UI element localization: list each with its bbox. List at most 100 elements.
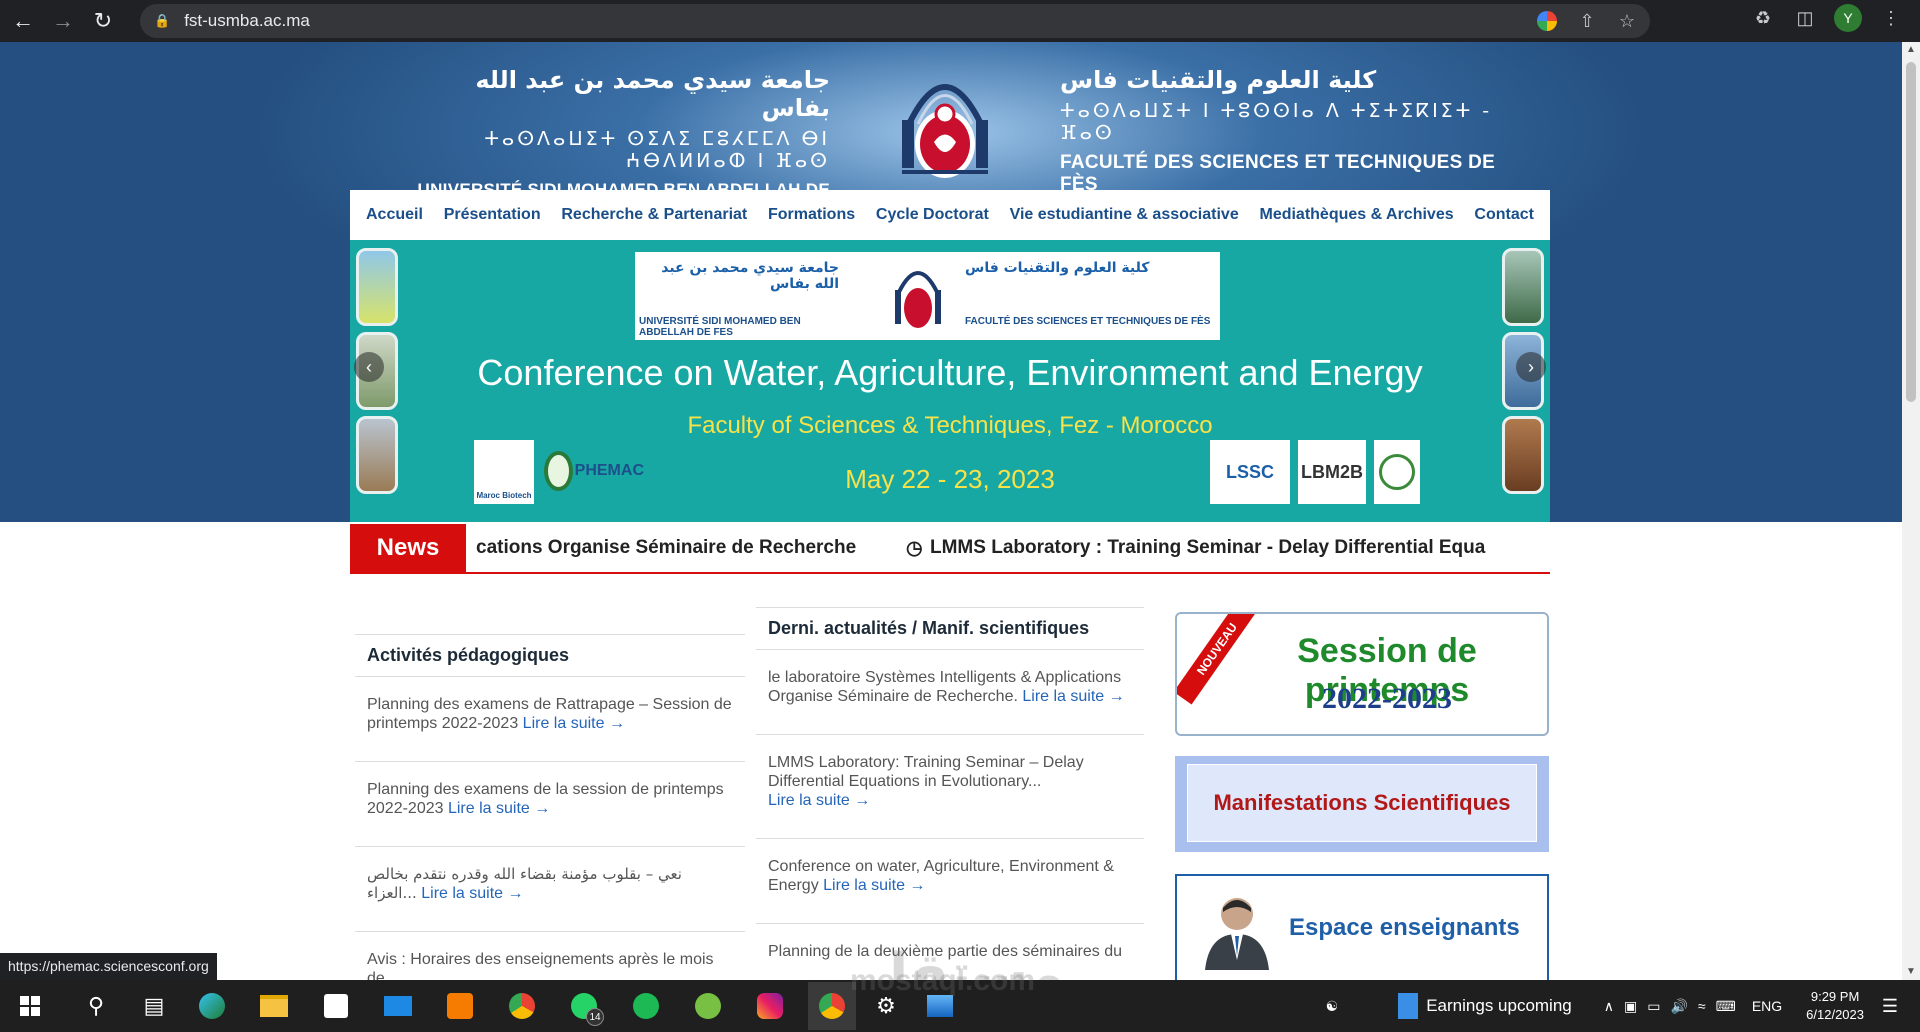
news-item[interactable]: LMMS Laboratory : Training Seminar - Del… — [930, 537, 1485, 559]
instagram-icon[interactable] — [746, 982, 794, 1030]
manifestations-card[interactable]: Manifestations Scientifiques — [1175, 756, 1549, 852]
utorrent-icon[interactable] — [684, 982, 732, 1030]
banner-university-latin: UNIVERSITÉ SIDI MOHAMED BEN ABDELLAH DE … — [639, 316, 801, 338]
earnings-widget[interactable]: Earnings upcoming — [1398, 993, 1572, 1019]
watermark-latin: mostaql.com — [850, 964, 1036, 997]
thumb-river[interactable] — [1502, 248, 1544, 326]
menu-formations[interactable]: Formations — [768, 206, 855, 224]
sponsor-phemac: PHEMAC — [544, 436, 644, 506]
store-icon[interactable] — [312, 982, 360, 1030]
wifi-icon[interactable]: ≈ — [1698, 998, 1706, 1014]
banner-emblem-icon — [895, 271, 941, 328]
battery-icon[interactable]: ▭ — [1647, 998, 1660, 1015]
post-text[interactable]: Avis : Horaires des enseignements après … — [367, 951, 714, 980]
url-text: fst-usmba.ac.ma — [184, 11, 310, 30]
extensions-icon[interactable]: ♻ — [1750, 5, 1776, 31]
conference-banner[interactable]: ‹ › جامعة سيدي محمد بن عبد الله بفاس UNI… — [350, 240, 1550, 522]
menu-vie-estudiantine[interactable]: Vie estudiantine & associative — [1010, 206, 1239, 224]
chrome-active-icon[interactable] — [808, 982, 856, 1030]
session-printemps-card[interactable]: NOUVEAU Session de printemps 2022-2023 — [1175, 612, 1549, 736]
share-icon[interactable]: ⇧ — [1574, 8, 1600, 34]
people-icon[interactable]: ☯ — [1326, 998, 1339, 1015]
actualites-title: Derni. actualités / Manif. scientifiques — [756, 607, 1144, 650]
news-ticker: News cations Organise Séminaire de Reche… — [350, 524, 1550, 574]
web-page: جامعة سيدي محمد بن عبد الله بفاس ⵜⴰⵙⴷⴰⵡⵉ… — [0, 42, 1902, 980]
list-item: le laboratoire Systèmes Intelligents & A… — [756, 650, 1144, 735]
profile-avatar[interactable]: Y — [1834, 4, 1862, 32]
sponsor-lssc-label: LSSC — [1225, 461, 1274, 482]
menu-mediatheques[interactable]: Mediathèques & Archives — [1259, 206, 1453, 224]
banner-university-arabic: جامعة سيدي محمد بن عبد الله بفاس — [661, 260, 839, 292]
address-bar[interactable]: 🔒 fst-usmba.ac.ma ⇧ ☆ — [140, 4, 1650, 38]
post-text[interactable]: LMMS Laboratory: Training Seminar – Dela… — [768, 754, 1084, 790]
side-panel-icon[interactable]: ◫ — [1792, 5, 1818, 31]
emblem-logo-icon[interactable] — [890, 62, 1000, 184]
windows-start-icon[interactable] — [6, 982, 54, 1030]
list-item: Conference on water, Agriculture, Enviro… — [756, 839, 1144, 924]
read-more-link[interactable]: Lire la suite → — [523, 715, 625, 732]
mail-icon[interactable] — [374, 982, 422, 1030]
scroll-thumb[interactable] — [1906, 62, 1916, 402]
task-view-icon[interactable]: ▤ — [130, 982, 178, 1030]
news-track: cations Organise Séminaire de Recherche … — [466, 524, 1550, 572]
edge-icon[interactable] — [188, 982, 236, 1030]
whatsapp-icon[interactable]: 14 — [560, 982, 608, 1030]
spotify-icon[interactable] — [622, 982, 670, 1030]
forward-arrow-icon[interactable]: → — [46, 4, 80, 38]
read-more-link[interactable]: Lire la suite → — [421, 885, 523, 902]
status-link-preview: https://phemac.sciencesconf.org — [0, 953, 217, 980]
teacher-avatar-icon — [1205, 898, 1269, 970]
university-tifinagh-name: ⵜⴰⵙⴷⴰⵡⵉⵜ ⵙⵉⴷⵉ ⵎⵓⵃⵎⵎⴷ ⴱⵏ ⵄⴱⴷⵍⵍⴰⵀ ⵏ ⴼⴰⵙ — [484, 128, 830, 172]
google-icon[interactable] — [1534, 8, 1560, 34]
university-arabic-name: جامعة سيدي محمد بن عبد الله بفاس — [475, 66, 830, 122]
clock-date: 6/12/2023 — [1806, 1007, 1864, 1022]
menu-accueil[interactable]: Accueil — [366, 206, 423, 224]
list-item: Planning des examens de Rattrapage – Ses… — [355, 677, 745, 762]
xampp-icon[interactable] — [436, 982, 484, 1030]
main-menu: Accueil Présentation Recherche & Partena… — [350, 190, 1550, 240]
reload-icon[interactable]: ↻ — [86, 4, 120, 38]
file-explorer-icon[interactable] — [250, 982, 298, 1030]
list-item: LMMS Laboratory: Training Seminar – Dela… — [756, 735, 1144, 839]
menu-presentation[interactable]: Présentation — [444, 206, 541, 224]
manifestations-label: Manifestations Scientifiques — [1187, 764, 1537, 842]
thumb-wind-turbines[interactable] — [356, 248, 398, 326]
actualites-column: Derni. actualités / Manif. scientifiques… — [756, 607, 1144, 980]
back-arrow-icon[interactable]: ← — [6, 4, 40, 38]
notifications-icon[interactable]: ☰ — [1882, 996, 1898, 1017]
search-icon[interactable]: ⚲ — [72, 982, 120, 1030]
banner-subtitle: Faculty of Sciences & Techniques, Fez - … — [687, 412, 1213, 439]
volume-icon[interactable]: 🔊 — [1670, 998, 1687, 1015]
menu-recherche[interactable]: Recherche & Partenariat — [561, 206, 747, 224]
espace-enseignants-card[interactable]: Espace enseignants — [1175, 874, 1549, 980]
device-icon[interactable]: ▣ — [1624, 998, 1637, 1015]
faculty-logo-text[interactable]: كلية العلوم والتقنيات فاس ⵜⴰⵙⴷⴰⵡⵉⵜ ⵏ ⵜⵓⵙ… — [1060, 66, 1530, 200]
read-more-link[interactable]: Lire la suite → — [823, 877, 925, 894]
star-icon[interactable]: ☆ — [1614, 8, 1640, 34]
read-more-link[interactable]: Lire la suite → — [768, 792, 870, 809]
clock[interactable]: 9:29 PM 6/12/2023 — [1806, 988, 1864, 1024]
read-more-link[interactable]: Lire la suite → — [448, 800, 550, 817]
post-text[interactable]: نعي – بقلوب مؤمنة بقضاء الله وقدره نتقدم… — [367, 865, 682, 902]
menu-contact[interactable]: Contact — [1474, 206, 1534, 224]
read-more-link[interactable]: Lire la suite → — [1022, 688, 1124, 705]
sponsor-phemac-label: PHEMAC — [574, 462, 644, 479]
post-text[interactable]: Conference on water, Agriculture, Enviro… — [768, 858, 1114, 894]
sponsor-maroc-biotech: Maroc Biotech — [474, 440, 534, 504]
keyboard-icon[interactable]: ⌨ — [1716, 998, 1736, 1015]
faculty-arabic-name: كلية العلوم والتقنيات فاس — [1060, 66, 1377, 94]
language-indicator[interactable]: ENG — [1752, 998, 1782, 1014]
banner-title: Conference on Water, Agriculture, Enviro… — [477, 352, 1423, 393]
menu-dots-icon[interactable]: ⋮ — [1878, 5, 1904, 31]
sponsor-lbm2b-label: LBM2B — [1301, 461, 1363, 482]
page-scrollbar[interactable]: ▲ ▼ — [1902, 42, 1920, 980]
scroll-down-icon[interactable]: ▼ — [1902, 964, 1920, 980]
chevron-up-icon[interactable]: ∧ — [1604, 998, 1614, 1015]
scroll-up-icon[interactable]: ▲ — [1902, 42, 1920, 58]
system-tray: ☯ Earnings upcoming ∧ ▣ ▭ 🔊 ≈ ⌨ ENG 9:29… — [1326, 980, 1920, 1032]
chrome-icon[interactable] — [498, 982, 546, 1030]
phemac-logo-icon — [544, 451, 573, 491]
banner-faculty-latin: FACULTÉ DES SCIENCES ET TECHNIQUES DE FÈ… — [965, 316, 1211, 327]
menu-cycle-doctorat[interactable]: Cycle Doctorat — [876, 206, 989, 224]
news-item[interactable]: cations Organise Séminaire de Recherche — [476, 537, 856, 559]
